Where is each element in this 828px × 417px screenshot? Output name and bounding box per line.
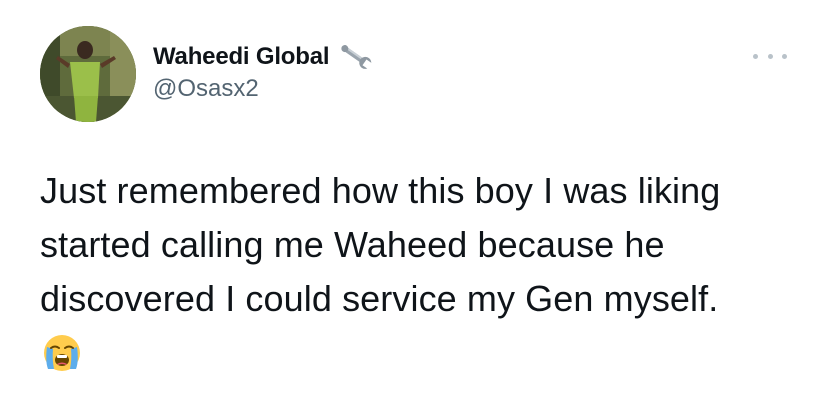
avatar[interactable] [40, 26, 136, 122]
tweet-text-line: started calling me Waheed because he [40, 224, 665, 265]
display-name[interactable]: Waheedi Global [153, 43, 330, 71]
wrench-icon [337, 40, 375, 74]
emoji-char: 😭 [82, 333, 83, 334]
tweet-text-line: discovered I could service my Gen myself… [40, 278, 719, 319]
more-horizontal-icon[interactable] [753, 48, 787, 64]
avatar-photo [40, 26, 136, 122]
user-info: Waheedi Global @Osasx2 [153, 42, 375, 103]
more-dot [767, 53, 773, 59]
more-dot [753, 53, 758, 59]
tweet-text: Just remembered how this boy I was likin… [40, 164, 800, 326]
tweet-card: Waheedi Global @Osasx2 Just remembered h… [0, 0, 828, 417]
loudly-crying-face-emoji: 😭 [42, 333, 82, 373]
display-name-row: Waheedi Global [153, 42, 375, 72]
tweet-text-line: Just remembered how this boy I was likin… [40, 170, 721, 211]
user-handle[interactable]: @Osasx2 [153, 75, 375, 103]
more-dot [782, 53, 787, 59]
